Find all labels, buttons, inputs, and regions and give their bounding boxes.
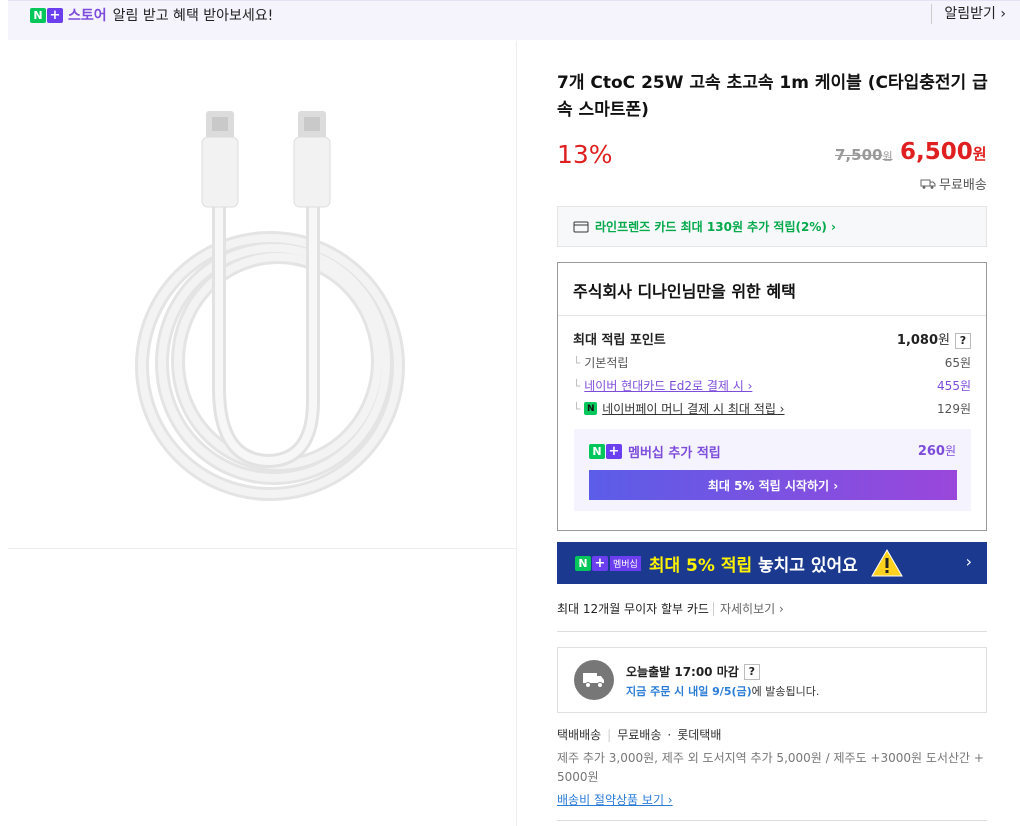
benefit-panel: 주식회사 디나인님만을 위한 혜택 최대 적립 포인트 1,080원? └ 기본적… [557,262,987,531]
max-points-unit: 원 [938,333,950,348]
sale-price-unit: 원 [972,145,987,163]
delivery-title-wrap: 오늘출발 17:00 마감? [626,663,760,680]
shipping-label: 무료배송 [920,174,987,193]
hyundai-card-row[interactable]: └ 네이버 현대카드 Ed2로 결제 시 › 455원 [573,377,971,394]
max-points-row: 최대 적립 포인트 1,080원? [573,329,971,349]
chevron-right-icon: › [965,552,972,571]
npay-money-link[interactable]: 네이버페이 머니 결제 시 최대 적립 › [602,400,784,417]
delivery-date-wrap: 지금 주문 시 내일 9/5(금)에 발송됩니다. [626,683,819,699]
truck-icon [574,660,614,700]
installment-detail-link[interactable]: 자세히보기 › [712,602,784,616]
plus-icon: + [592,555,608,571]
max-points-value: 1,080 [896,333,939,348]
divider [558,315,986,316]
truck-small-icon [920,179,936,189]
warning-icon [870,548,903,577]
membership-box: N + 멤버십 추가 적립 260원 최대 5% 적립 시작하기 › [574,429,971,511]
membership-unit: 원 [944,444,956,458]
separator: | [607,728,612,742]
installment-text: 최대 12개월 무이자 할부 카드 [557,602,709,616]
naver-n-icon: N [575,555,591,571]
question-icon[interactable]: ? [743,663,760,680]
membership-value-wrap: 260원 [918,442,956,459]
membership-label: 멤버십 추가 적립 [628,446,721,461]
shipping-type: 택배배송 [557,728,602,742]
dot-separator: · [667,728,672,742]
sub-marker: └ [573,401,581,416]
basic-points-value: 65원 [944,356,971,370]
notification-bar: N + 스토어 알림 받고 혜택 받아보세요! 알림받기 › [8,0,1020,40]
shipping-line: 택배배송 | 무료배송 · 롯데택배 [557,726,989,743]
plus-icon: + [606,444,622,459]
membership-start-button[interactable]: 최대 5% 적립 시작하기 › [589,470,957,500]
shipping-carrier: 롯데택배 [677,728,722,742]
shipping-fee: 무료배송 [617,728,662,742]
membership-value: 260 [917,444,945,459]
membership-label-wrap: N + 멤버십 추가 적립 [589,442,721,461]
card-promo-text: 라인프렌즈 카드 최대 130원 추가 적립(2%) › [595,220,836,234]
sale-price: 6,500원 [900,139,987,165]
shipping-info: 택배배송 | 무료배송 · 롯데택배 제주 추가 3,000원, 제주 외 도서지역 추… [557,726,989,808]
original-price-unit: 원 [882,150,893,163]
banner-text: 놓치고 있어요 [752,555,858,576]
delivery-date: 지금 주문 시 내일 9/5(금) [626,685,752,698]
shipping-text: 무료배송 [939,178,987,193]
delivery-title: 오늘출발 17:00 마감 [626,665,739,679]
max-points-value-wrap: 1,080원? [897,329,971,349]
delivery-suffix: 에 발송됩니다. [751,685,820,698]
usb-c-cable-image [135,111,405,501]
image-gallery-area [8,549,517,826]
basic-points-row: └ 기본적립 65원 [573,354,971,371]
benefit-title: 주식회사 디나인님만을 위한 혜택 [573,282,796,301]
shipping-extra: 제주 추가 3,000원, 제주 외 도서지역 추가 5,000원 / 제주도 … [557,751,984,784]
sub-marker: └ [573,379,581,393]
npay-money-value: 129원 [937,402,971,416]
npay-money-row[interactable]: └ N 네이버페이 머니 결제 시 최대 적립 › 129원 [573,400,971,417]
discount-rate: 13% [557,140,613,169]
card-icon [573,221,589,232]
truck-icon-glyph [583,673,604,688]
notification-message: 알림 받고 혜택 받아보세요! [112,8,274,24]
product-title: 7개 CtoC 25W 고속 초고속 1m 케이블 (C타입충전기 급속 스마트… [557,73,988,120]
banner-text-wrap: 최대 5% 적립 놓치고 있어요 [649,551,858,576]
divider [557,820,987,821]
naver-plus-store-logo: N + 스토어 알림 받고 혜택 받아보세요! [30,5,273,25]
banner-highlight: 최대 5% 적립 [648,555,753,576]
npay-icon: N [584,402,598,415]
original-price-value: 7,500 [835,146,883,164]
naver-n-icon: N [30,7,46,23]
naver-n-icon: N [589,444,605,459]
sale-price-value: 6,500 [900,139,973,165]
basic-points-label: 기본적립 [584,356,629,370]
today-delivery-box: 오늘출발 17:00 마감? 지금 주문 시 내일 9/5(금)에 발송됩니다. [557,647,987,713]
plus-icon: + [47,7,63,23]
product-image[interactable] [8,41,517,549]
store-label: 스토어 [68,8,107,24]
membership-banner[interactable]: N + 멤버십 최대 5% 적립 놓치고 있어요 › [557,542,987,584]
card-promo-box[interactable]: 라인프렌즈 카드 최대 130원 추가 적립(2%) › [557,206,987,247]
membership-tag: 멤버십 [610,555,641,571]
question-icon[interactable]: ? [955,332,971,349]
alarm-subscribe-button[interactable]: 알림받기 › [931,4,1006,24]
hyundai-card-link[interactable]: 네이버 현대카드 Ed2로 결제 시 › [584,379,752,393]
installment-info: 최대 12개월 무이자 할부 카드 자세히보기 › [557,600,784,617]
sub-marker: └ [573,356,581,370]
original-price: 7,500원 [835,146,893,164]
hyundai-card-value: 455원 [937,379,971,393]
max-points-label: 최대 적립 포인트 [573,333,666,348]
divider [557,631,987,632]
shipping-saving-link[interactable]: 배송비 절약상품 보기 › [557,791,989,808]
